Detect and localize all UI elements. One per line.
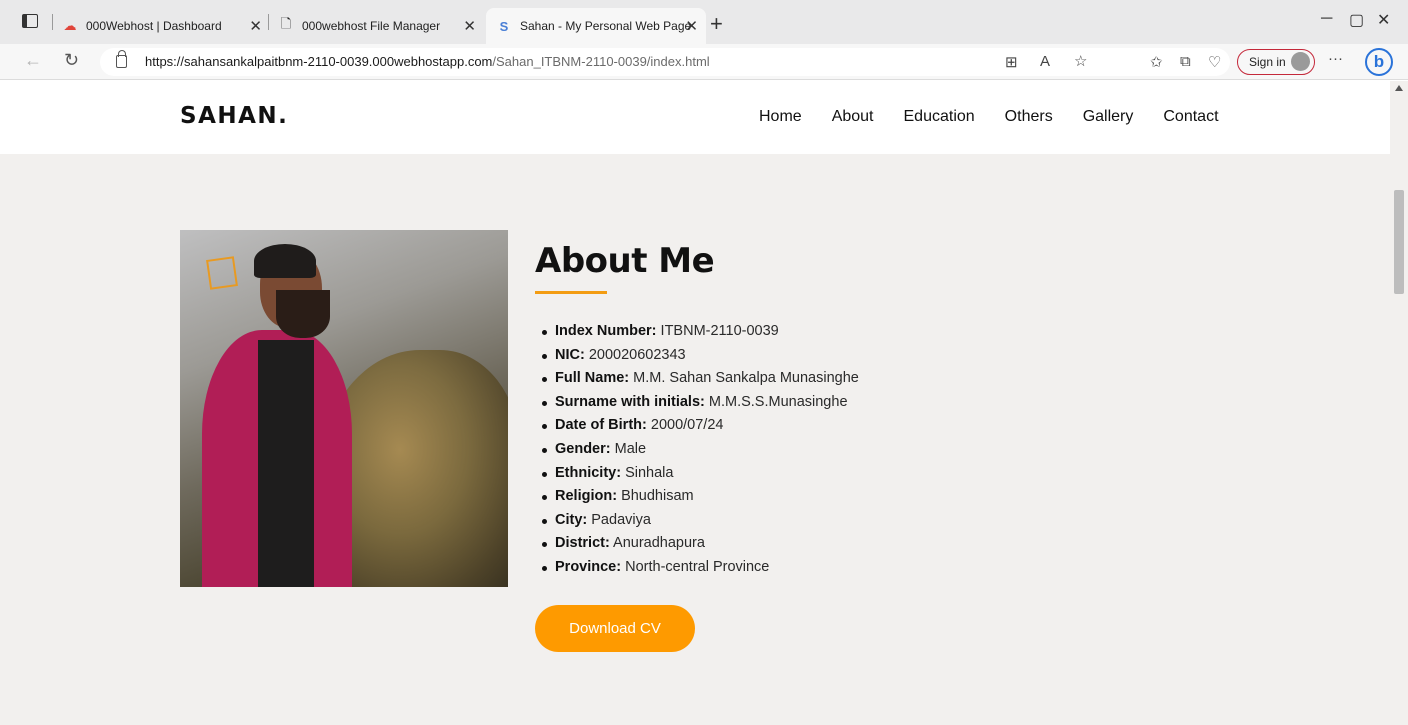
tab-file-manager[interactable]: 🗋 000webhost File Manager ✕ <box>278 8 484 44</box>
collections-icon[interactable]: ⧉ <box>1180 53 1191 70</box>
about-heading: About Me <box>535 241 715 281</box>
nav-link-education[interactable]: Education <box>904 108 975 126</box>
site-logo[interactable]: SAHAN. <box>180 103 288 129</box>
tab-separator <box>52 14 53 30</box>
fact-value: Bhudhisam <box>621 488 694 505</box>
sign-in-button[interactable]: Sign in <box>1237 49 1315 75</box>
nav-link-contact[interactable]: Contact <box>1163 108 1218 126</box>
fact-value: ITBNM-2110-0039 <box>660 323 779 339</box>
tab-title: 000webhost File Manager <box>302 19 441 33</box>
scroll-thumb[interactable] <box>1394 190 1404 294</box>
list-item: Date of Birth: 2000/07/24 <box>542 414 859 438</box>
fact-label: Province: <box>555 558 622 575</box>
window-close-icon[interactable]: ✕ <box>1377 10 1390 30</box>
fact-value: M.M. Sahan Sankalpa Munasinghe <box>633 370 859 387</box>
favorites-icon[interactable]: ✩ <box>1150 53 1163 71</box>
tab-actions-icon[interactable] <box>22 14 38 28</box>
read-aloud-icon[interactable]: A <box>1040 53 1050 70</box>
fact-label: Religion: <box>555 488 618 505</box>
more-icon[interactable]: ··· <box>1328 50 1343 67</box>
fact-value: 200020602343 <box>588 346 686 363</box>
about-facts-list: Index Number: ITBNM-2110-0039 NIC: 20002… <box>542 320 859 580</box>
site-nav: Home About Education Others Gallery Cont… <box>759 108 1249 126</box>
fact-value: 2000/07/24 <box>650 417 724 434</box>
profile-photo <box>180 230 508 587</box>
app-available-icon[interactable]: ⊞ <box>1005 53 1018 71</box>
list-item: Ethnicity: Sinhala <box>542 462 859 486</box>
refresh-icon[interactable]: ↻ <box>64 50 79 71</box>
download-cv-button[interactable]: Download CV <box>535 605 695 652</box>
page-scrollbar[interactable] <box>1390 81 1408 725</box>
browser-tab-bar: ☁ 000Webhost | Dashboard ✕ 🗋 000webhost … <box>0 0 1408 44</box>
webhost-icon: ☁ <box>63 18 77 33</box>
nav-link-gallery[interactable]: Gallery <box>1083 108 1134 126</box>
fact-value: Sinhala <box>625 464 674 481</box>
list-item: City: Padaviya <box>542 509 859 533</box>
photo-person-cap <box>254 244 316 278</box>
photo-person-beard <box>276 290 330 338</box>
tab-title: Sahan - My Personal Web Page <box>520 19 692 33</box>
fact-value: M.M.S.S.Munasinghe <box>708 393 848 410</box>
browser-toolbar: ← ↻ https://sahansankalpaitbnm-2110-0039… <box>0 44 1408 80</box>
tab-personal-page[interactable]: S Sahan - My Personal Web Page ✕ <box>486 8 706 44</box>
restore-icon[interactable]: ▢ <box>1349 10 1364 30</box>
tab-title: 000Webhost | Dashboard <box>86 19 222 33</box>
about-section: About Me <box>535 241 715 281</box>
fact-label: Date of Birth: <box>555 417 647 434</box>
fact-value: Anuradhapura <box>613 535 705 552</box>
list-item: Full Name: M.M. Sahan Sankalpa Munasingh… <box>542 367 859 391</box>
fact-label: City: <box>555 511 588 528</box>
heading-underline <box>535 291 607 294</box>
s-icon: S <box>499 18 509 34</box>
list-item: NIC: 200020602343 <box>542 344 859 368</box>
lock-icon[interactable] <box>116 50 127 68</box>
nav-link-home[interactable]: Home <box>759 108 802 126</box>
close-icon[interactable]: ✕ <box>685 17 698 35</box>
fact-label: Full Name: <box>555 370 630 387</box>
list-item: Index Number: ITBNM-2110-0039 <box>542 320 859 344</box>
file-icon: 🗋 <box>280 16 292 31</box>
fact-value: North-central Province <box>625 558 770 575</box>
url-host: https://sahansankalpaitbnm-2110-0039.000… <box>145 54 493 69</box>
fact-value: Padaviya <box>591 511 651 528</box>
page-viewport: SAHAN. Home About Education Others Galle… <box>0 81 1408 725</box>
tab-separator <box>268 14 269 30</box>
fact-label: Gender: <box>555 440 611 457</box>
address-bar[interactable]: https://sahansankalpaitbnm-2110-0039.000… <box>100 48 1230 76</box>
nav-link-about[interactable]: About <box>832 108 874 126</box>
sign-in-label: Sign in <box>1249 55 1286 69</box>
list-item: Surname with initials: M.M.S.S.Munasingh… <box>542 391 859 415</box>
fact-value: Male <box>614 440 647 457</box>
browser-essentials-icon[interactable]: ♡ <box>1208 53 1221 71</box>
url-text[interactable]: https://sahansankalpaitbnm-2110-0039.000… <box>145 54 710 69</box>
list-item: Province: North-central Province <box>542 556 859 580</box>
back-icon[interactable]: ← <box>24 50 42 71</box>
fact-label: NIC: <box>555 346 585 363</box>
new-tab-icon[interactable]: + <box>710 11 723 37</box>
tab-dashboard[interactable]: ☁ 000Webhost | Dashboard ✕ <box>62 8 270 44</box>
list-item: Religion: Bhudhisam <box>542 485 859 509</box>
site-header: SAHAN. Home About Education Others Galle… <box>0 81 1390 154</box>
list-item: District: Anuradhapura <box>542 532 859 556</box>
close-icon[interactable]: ✕ <box>463 17 476 35</box>
avatar-icon <box>1291 52 1310 71</box>
close-icon[interactable]: ✕ <box>249 17 262 35</box>
minimize-icon[interactable]: ─ <box>1321 10 1332 28</box>
fact-label: District: <box>555 535 610 552</box>
list-item: Gender: Male <box>542 438 859 462</box>
fact-label: Ethnicity: <box>555 464 622 481</box>
fact-label: Index Number: <box>555 323 657 339</box>
favorite-star-icon[interactable]: ☆ <box>1074 52 1087 70</box>
bing-copilot-icon[interactable]: b <box>1365 48 1393 76</box>
photo-person-tshirt <box>258 340 314 587</box>
scroll-up-icon[interactable] <box>1395 85 1403 91</box>
decorative-square-icon <box>206 256 238 290</box>
fact-label: Surname with initials: <box>555 393 705 410</box>
nav-link-others[interactable]: Others <box>1005 108 1053 126</box>
url-path: /Sahan_ITBNM-2110-0039/index.html <box>492 54 710 69</box>
